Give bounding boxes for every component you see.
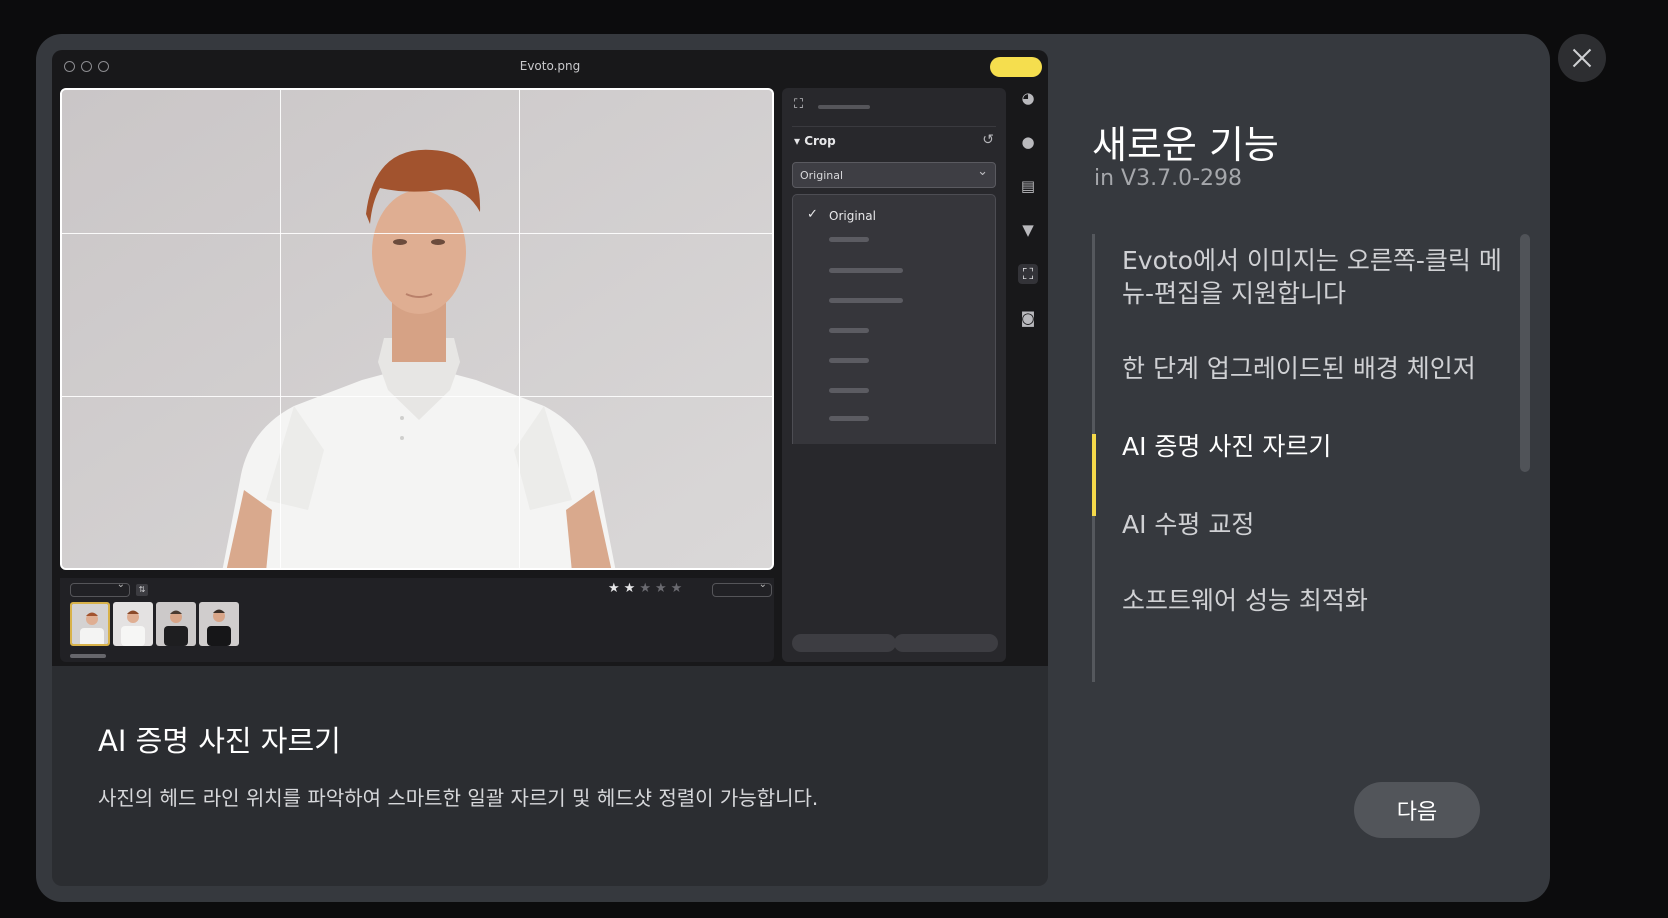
shirt-icon[interactable]: ▼ [1018, 220, 1038, 240]
gradient-icon[interactable]: ▤ [1018, 176, 1038, 196]
crop-grid-line [519, 90, 520, 568]
star-icon[interactable]: ★ [671, 581, 683, 596]
dropdown-option-placeholder[interactable] [829, 298, 903, 303]
crop-canvas [60, 88, 774, 570]
feature-item[interactable]: 한 단계 업그레이드된 배경 체인저 [1122, 352, 1502, 385]
crop-ratio-dropdown: ✓ Original [792, 194, 996, 444]
star-icon[interactable]: ★ [655, 581, 667, 596]
tool-strip: ◕ ● ▤ ▼ ⛶ ◙ [1014, 88, 1042, 348]
close-icon[interactable] [1558, 34, 1606, 82]
crop-ratio-select[interactable]: Original [792, 162, 996, 188]
sort-select[interactable] [712, 579, 772, 597]
feature-caption: AI 증명 사진 자르기 사진의 헤드 라인 위치를 파악하여 스마트한 일괄 … [52, 666, 1048, 886]
crop-icon: ⛶ [794, 97, 804, 112]
thumbnail[interactable] [199, 602, 239, 646]
feature-preview: Evoto.png ⌄ ⇅ ★ ★ ★ ★ ★ ⌄ ⛶ ▾ Crop ↺ Ori… [52, 50, 1048, 666]
panel-title: 새로운 기능 [1092, 123, 1279, 167]
feature-item[interactable]: 소프트웨어 성능 최적화 [1122, 584, 1502, 617]
panel-action-button[interactable] [792, 634, 896, 652]
active-feature-indicator [1092, 434, 1096, 516]
face-icon[interactable]: ● [1018, 132, 1038, 152]
star-icon[interactable]: ★ [624, 581, 636, 596]
sort-icon[interactable]: ⇅ [136, 584, 148, 596]
preview-accent-pill [990, 57, 1042, 77]
filmstrip-bar: ⇅ ★ ★ ★ ★ ★ [60, 578, 774, 662]
filter-select[interactable] [70, 579, 130, 597]
dropdown-option-placeholder[interactable] [829, 416, 869, 421]
reset-icon[interactable]: ↺ [982, 132, 994, 148]
rating-stars[interactable]: ★ ★ ★ ★ ★ [608, 581, 682, 596]
thumbnail-strip [70, 602, 239, 646]
crop-grid-line [280, 90, 281, 568]
camera-icon[interactable]: ◙ [1018, 308, 1038, 328]
panel-divider [792, 126, 996, 127]
next-button[interactable]: 다음 [1354, 782, 1480, 838]
crop-tool-icon[interactable]: ⛶ [1018, 264, 1038, 284]
palette-icon[interactable]: ◕ [1018, 88, 1038, 108]
crop-grid-line [62, 233, 772, 234]
version-label: in V3.7.0-298 [1094, 166, 1243, 191]
feature-item-active[interactable]: AI 증명 사진 자르기 [1122, 430, 1502, 463]
adjustment-panel: ⛶ ▾ Crop ↺ Original ✓ Original [782, 88, 1006, 662]
thumbnail[interactable] [156, 602, 196, 646]
dropdown-option-placeholder[interactable] [829, 237, 869, 242]
check-icon: ✓ [807, 207, 818, 222]
panel-action-button[interactable] [894, 634, 998, 652]
caption-title: AI 증명 사진 자르기 [98, 724, 341, 758]
crop-section-label: Crop [804, 134, 836, 148]
preview-titlebar: Evoto.png [52, 50, 1048, 84]
crop-grid-line [62, 396, 772, 397]
thumbnail[interactable] [113, 602, 153, 646]
caption-description: 사진의 헤드 라인 위치를 파악하여 스마트한 일괄 자르기 및 헤드샷 정렬이… [98, 786, 819, 810]
dropdown-option-placeholder[interactable] [829, 358, 869, 363]
dropdown-option-placeholder[interactable] [829, 268, 903, 273]
thumbnail[interactable] [70, 602, 110, 646]
portrait-image [62, 90, 772, 568]
feature-item[interactable]: AI 수평 교정 [1122, 508, 1502, 541]
panel-header-placeholder [818, 105, 870, 109]
preview-window-title: Evoto.png [519, 59, 581, 73]
whats-new-modal: Evoto.png ⌄ ⇅ ★ ★ ★ ★ ★ ⌄ ⛶ ▾ Crop ↺ Ori… [36, 34, 1550, 902]
feature-list-scrollbar[interactable] [1520, 234, 1530, 472]
filmstrip-scrollbar[interactable] [70, 654, 106, 658]
dropdown-option-placeholder[interactable] [829, 388, 869, 393]
star-icon[interactable]: ★ [608, 581, 620, 596]
dropdown-option-placeholder[interactable] [829, 328, 869, 333]
crop-section-header[interactable]: ▾ Crop [794, 134, 836, 148]
dropdown-option[interactable]: Original [829, 209, 876, 223]
star-icon[interactable]: ★ [639, 581, 651, 596]
feature-item[interactable]: Evoto에서 이미지는 오른쪽-클릭 메뉴-편집을 지원합니다 [1122, 244, 1502, 310]
